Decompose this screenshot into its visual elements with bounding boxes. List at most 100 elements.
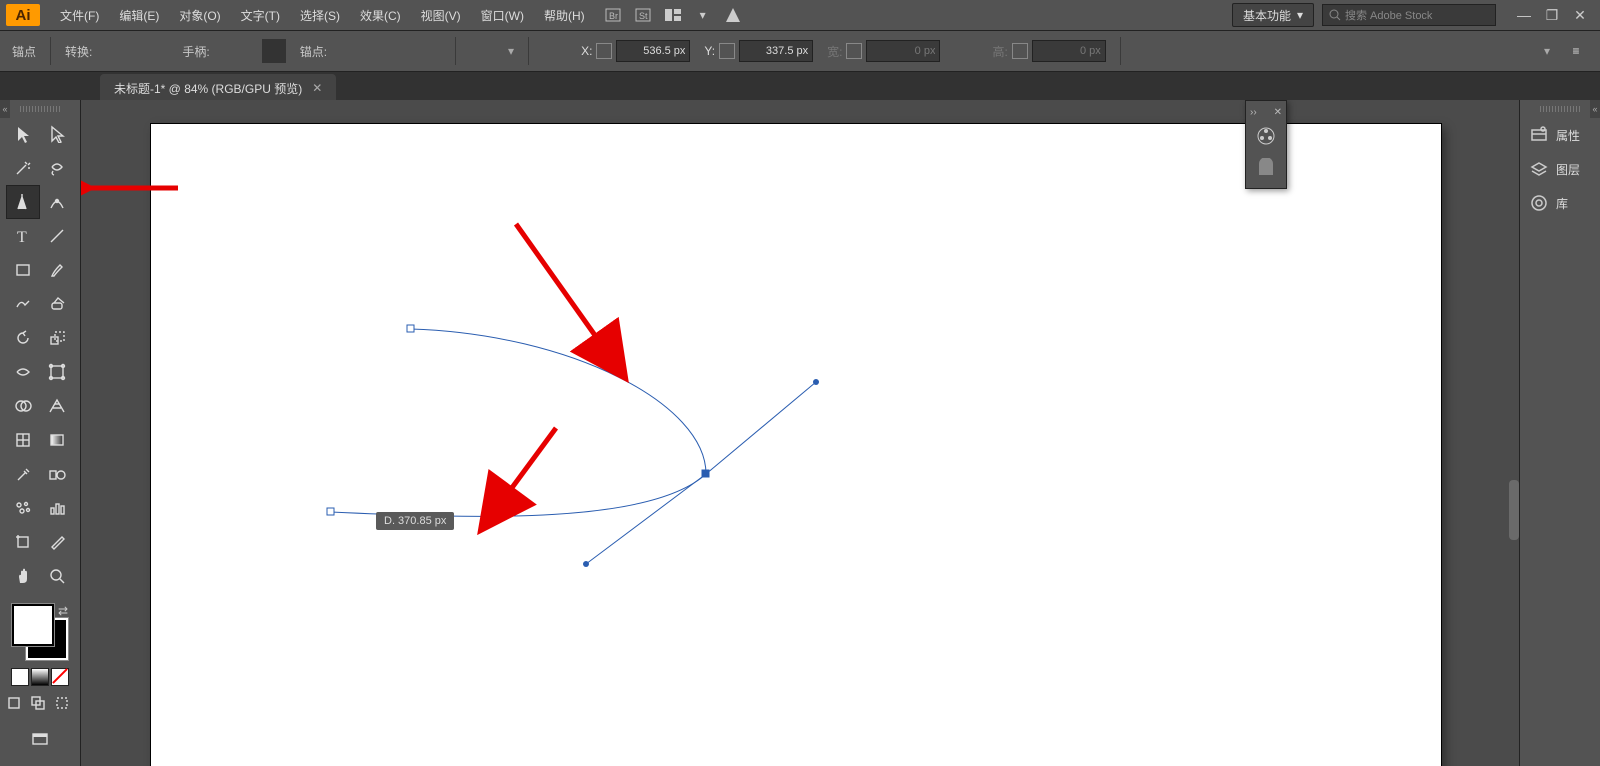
app-logo: Ai xyxy=(6,4,40,26)
shape-builder-tool[interactable] xyxy=(7,390,39,422)
document-tab[interactable]: 未标题-1* @ 84% (RGB/GPU 预览) ✕ xyxy=(100,74,336,102)
preferences-icon[interactable] xyxy=(1506,39,1530,63)
h-label: 高: xyxy=(992,43,1007,60)
toolbar-collapse-icon[interactable]: « xyxy=(1590,100,1600,118)
link-wh-icon[interactable] xyxy=(846,43,862,59)
screen-mode-icon[interactable] xyxy=(24,724,56,756)
tools-panel: « T xyxy=(0,100,81,766)
drawing-mode-inside-icon[interactable] xyxy=(53,694,75,716)
vertical-scrollbar[interactable] xyxy=(1509,480,1519,540)
slice-tool[interactable] xyxy=(41,526,73,558)
swatches-panel-icon[interactable] xyxy=(1246,152,1286,184)
direct-selection-tool[interactable] xyxy=(41,118,73,150)
right-panel-grip[interactable] xyxy=(1540,106,1580,112)
curvature-tool[interactable] xyxy=(41,186,73,218)
type-tool[interactable]: T xyxy=(7,220,39,252)
arrange-icon[interactable] xyxy=(661,3,685,27)
zoom-tool[interactable] xyxy=(41,560,73,592)
libraries-panel-button[interactable]: 库 xyxy=(1520,186,1600,220)
menu-file[interactable]: 文件(F) xyxy=(50,0,109,30)
handle-label: 手柄: xyxy=(182,43,209,60)
scale-tool[interactable] xyxy=(41,322,73,354)
svg-text:St: St xyxy=(639,11,648,21)
link-wh-toggle[interactable] xyxy=(954,39,978,63)
gpu-icon[interactable] xyxy=(721,3,745,27)
y-input[interactable] xyxy=(739,40,813,62)
align-to-pixel-icon[interactable] xyxy=(543,39,567,63)
align-icon[interactable] xyxy=(1135,39,1159,63)
right-panel-collapse-icon[interactable]: « xyxy=(0,100,10,118)
selection-tool[interactable] xyxy=(7,118,39,150)
width-tool[interactable] xyxy=(7,356,39,388)
connect-anchor-icon[interactable] xyxy=(379,39,403,63)
menu-object[interactable]: 对象(O) xyxy=(169,0,230,30)
eraser-tool[interactable] xyxy=(41,288,73,320)
drawing-mode-behind-icon[interactable] xyxy=(29,694,51,716)
transform-ref-icon[interactable] xyxy=(596,43,612,59)
magic-wand-tool[interactable] xyxy=(7,152,39,184)
libraries-label: 库 xyxy=(1556,195,1568,212)
drawing-mode-normal-icon[interactable] xyxy=(5,694,27,716)
workarea: « T xyxy=(0,100,1600,766)
symbol-sprayer-tool[interactable] xyxy=(7,492,39,524)
color-panel-icon[interactable] xyxy=(1246,120,1286,152)
lasso-tool[interactable] xyxy=(41,152,73,184)
remove-anchor-icon[interactable] xyxy=(341,39,365,63)
height-field: 高: xyxy=(992,40,1105,62)
line-tool[interactable] xyxy=(41,220,73,252)
annotation-arrow-icon xyxy=(81,178,188,201)
x-input[interactable] xyxy=(616,40,690,62)
gradient-mode-icon[interactable] xyxy=(31,668,49,686)
floating-panel[interactable]: ›› ✕ xyxy=(1245,100,1287,189)
cut-path-icon[interactable] xyxy=(417,39,441,63)
column-graph-tool[interactable] xyxy=(41,492,73,524)
panel-close-icon[interactable]: ✕ xyxy=(1274,107,1282,118)
mesh-tool[interactable] xyxy=(7,424,39,456)
artboard[interactable]: D. 370.85 px xyxy=(151,124,1441,766)
rectangle-tool[interactable] xyxy=(7,254,39,286)
link-wh-icon2[interactable] xyxy=(1012,43,1028,59)
search-input[interactable]: 搜索 Adobe Stock xyxy=(1322,4,1496,26)
layers-panel-button[interactable]: 图层 xyxy=(1520,152,1600,186)
shaper-tool[interactable] xyxy=(7,288,39,320)
none-mode-icon[interactable] xyxy=(51,668,69,686)
close-tab-icon[interactable]: ✕ xyxy=(312,81,322,95)
swap-fill-stroke-icon[interactable]: ⇄ xyxy=(58,604,68,618)
handle-hide-icon[interactable] xyxy=(262,39,286,63)
hand-tool[interactable] xyxy=(7,560,39,592)
pen-tool[interactable] xyxy=(7,186,39,218)
close-button[interactable]: ✕ xyxy=(1566,4,1594,26)
isolate-icon[interactable] xyxy=(470,39,494,63)
search-placeholder: 搜索 Adobe Stock xyxy=(1345,7,1432,23)
free-transform-tool[interactable] xyxy=(41,356,73,388)
properties-icon xyxy=(1530,126,1548,144)
fill-stroke-swatches[interactable]: ⇄ xyxy=(12,604,68,660)
stock-icon[interactable]: St xyxy=(631,3,655,27)
handle-show-icon[interactable] xyxy=(224,39,248,63)
rotate-tool[interactable] xyxy=(7,322,39,354)
toolbar-grip[interactable] xyxy=(20,106,60,112)
x-coord: X: xyxy=(581,40,690,62)
layers-icon xyxy=(1530,160,1548,178)
workspace-switcher[interactable]: 基本功能 ▾ xyxy=(1232,3,1314,27)
color-mode-icon[interactable] xyxy=(11,668,29,686)
perspective-grid-tool[interactable] xyxy=(41,390,73,422)
fill-swatch[interactable] xyxy=(12,604,54,646)
maximize-button[interactable]: ❐ xyxy=(1538,4,1566,26)
convert-smooth-icon[interactable] xyxy=(144,39,168,63)
gradient-tool[interactable] xyxy=(41,424,73,456)
panel-menu-icon[interactable]: ≡ xyxy=(1564,39,1588,63)
y-label: Y: xyxy=(704,44,715,58)
panel-collapse-icon[interactable]: ›› xyxy=(1250,107,1257,118)
bridge-icon[interactable]: Br xyxy=(601,3,625,27)
transform-ref-icon2[interactable] xyxy=(719,43,735,59)
canvas-area[interactable]: D. 370.85 px ›› ✕ xyxy=(81,100,1519,766)
properties-panel-button[interactable]: 属性 xyxy=(1520,118,1600,152)
eyedropper-tool[interactable] xyxy=(7,458,39,490)
convert-corner-icon[interactable] xyxy=(106,39,130,63)
vector-path[interactable] xyxy=(151,124,1441,766)
blend-tool[interactable] xyxy=(41,458,73,490)
artboard-tool[interactable] xyxy=(7,526,39,558)
arrange-dropdown-icon[interactable]: ▾ xyxy=(691,3,715,27)
paintbrush-tool[interactable] xyxy=(41,254,73,286)
